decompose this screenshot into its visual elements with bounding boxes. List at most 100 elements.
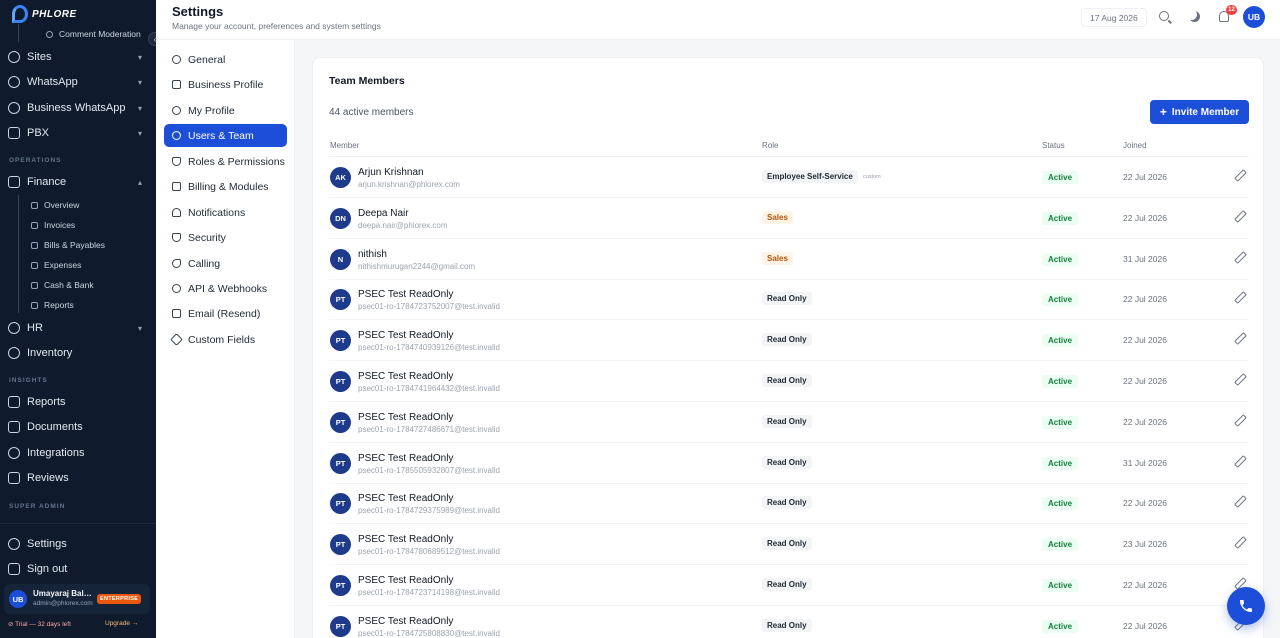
settings-item-users-team[interactable]: Users & Team — [164, 124, 287, 147]
pencil-icon[interactable] — [1235, 211, 1245, 221]
user-card[interactable]: UB Umayaraj Balakrishnan admin@phlorex.c… — [4, 584, 150, 614]
pencil-icon[interactable] — [1235, 333, 1245, 343]
sidebar-subitem-bills[interactable]: Bills & Payables — [31, 240, 105, 250]
table-row[interactable]: PT PSEC Test ReadOnly psec01-ro-1785505932… — [329, 443, 1249, 484]
joined-date: 22 Jul 2026 — [1123, 498, 1167, 509]
member-email: psec01-ro-1784727486671@test.invalid — [358, 424, 500, 434]
sidebar-item-hr[interactable]: HR ▾ — [8, 317, 148, 339]
pencil-icon[interactable] — [1235, 292, 1245, 302]
top-header: Settings Manage your account, preference… — [156, 0, 1280, 40]
sidebar-subitem-cash-bank[interactable]: Cash & Bank — [31, 280, 94, 290]
member-email: nithishmurugan2244@gmail.com — [358, 261, 476, 271]
sidebar-item-documents[interactable]: Documents — [8, 416, 148, 438]
sidebar-item-whatsapp[interactable]: WhatsApp ▾ — [8, 71, 148, 93]
pencil-icon[interactable] — [1235, 496, 1245, 506]
users-icon — [172, 131, 181, 140]
avatar: PT — [330, 411, 351, 433]
moon-icon[interactable] — [1189, 11, 1200, 22]
sidebar-subitem-expenses[interactable]: Expenses — [31, 260, 81, 270]
pencil-icon[interactable] — [1235, 252, 1245, 262]
chevron-down-icon: ▾ — [137, 77, 142, 87]
avatar: PT — [330, 330, 351, 352]
member-count: 44 active members — [329, 107, 414, 118]
table-row[interactable]: AK Arjun Krishnan arjun.krishnan@phlorex.c… — [329, 157, 1249, 198]
sidebar-item-inventory[interactable]: Inventory — [8, 342, 148, 364]
settings-item-custom-fields[interactable]: Custom Fields — [164, 328, 287, 351]
status-badge: Active — [1042, 171, 1079, 184]
settings-item-calling[interactable]: Calling — [164, 252, 287, 275]
shield-icon — [172, 233, 181, 242]
joined-date: 22 Jul 2026 — [1123, 212, 1167, 223]
sidebar-item-sites[interactable]: Sites ▾ — [8, 46, 148, 68]
date-chip[interactable]: 17 Aug 2026 — [1081, 8, 1147, 27]
pencil-icon[interactable] — [1235, 456, 1245, 466]
sidebar-subitem-invoices[interactable]: Invoices — [31, 220, 75, 230]
card-title: Team Members — [329, 75, 405, 87]
pencil-icon[interactable] — [1235, 170, 1245, 180]
settings-item-api-webhooks[interactable]: API & Webhooks — [164, 277, 287, 300]
sidebar-item-reports[interactable]: Reports — [8, 391, 148, 413]
status-badge: Active — [1042, 456, 1079, 470]
table-row[interactable]: DN Deepa Nair deepa.nair@phlorex.com Sales A… — [329, 198, 1249, 239]
sidebar-subitem-overview[interactable]: Overview — [31, 200, 79, 210]
sidebar-item-pbx[interactable]: PBX ▾ — [8, 122, 148, 144]
sidebar-subitem-comment-moderation[interactable]: Comment Moderation — [46, 29, 141, 39]
settings-item-billing-modules[interactable]: Billing & Modules — [164, 175, 287, 198]
sidebar-item-sign-out[interactable]: Sign out — [8, 558, 148, 580]
settings-item-roles-permissions[interactable]: Roles & Permissions — [164, 150, 287, 173]
avatar: PT — [330, 371, 351, 392]
bank-icon — [31, 281, 38, 289]
pencil-icon[interactable] — [1235, 374, 1245, 384]
search-icon[interactable] — [1159, 11, 1169, 21]
tree-line — [18, 195, 19, 313]
status-badge: Active — [1042, 497, 1079, 511]
sidebar-item-business-whatsapp[interactable]: Business WhatsApp ▾ — [8, 97, 148, 119]
role-badge: Read Only — [762, 292, 812, 306]
pencil-icon[interactable] — [1235, 415, 1245, 425]
table-row[interactable]: PT PSEC Test ReadOnly psec01-ro-1784729375… — [329, 483, 1249, 525]
avatar[interactable]: UB — [1243, 6, 1265, 28]
sidebar-item-finance[interactable]: Finance ▴ — [8, 171, 148, 193]
status-badge: Active — [1042, 252, 1079, 266]
table-row[interactable]: PT PSEC Test ReadOnly psec01-ro-1784723752… — [329, 279, 1249, 321]
brand-logo[interactable]: PHLORE — [12, 4, 77, 24]
table-row[interactable]: Nnithish nithishmurugan2244@gmail.com Sale… — [329, 239, 1249, 280]
column-header-status: Status — [1042, 141, 1065, 150]
table-row[interactable]: PT PSEC Test ReadOnly psec01-ro-1784740939… — [329, 320, 1249, 362]
member-name: PSEC Test ReadOnly — [358, 615, 454, 627]
role-badge: Read Only — [762, 537, 812, 551]
table-row[interactable]: PT PSEC Test ReadOnly psec01-ro-1784725808… — [329, 606, 1249, 638]
settings-item-notifications[interactable]: Notifications — [164, 201, 287, 224]
upgrade-link[interactable]: Upgrade → — [105, 620, 138, 627]
role-badge: Read Only — [762, 455, 812, 469]
sidebar-subitem-reports[interactable]: Reports — [31, 300, 74, 310]
pencil-icon[interactable] — [1235, 537, 1245, 547]
table-row[interactable]: PT PSEC Test ReadOnly psec01-ro-1784741964… — [329, 361, 1249, 402]
table-row[interactable]: PT PSEC Test ReadOnly psec01-ro-1784780689… — [329, 524, 1249, 566]
member-name: Arjun Krishnan — [358, 167, 424, 178]
mail-icon — [172, 309, 181, 318]
call-button[interactable] — [1227, 587, 1265, 625]
table-row[interactable]: PT PSEC Test ReadOnly psec01-ro-1784727486… — [329, 402, 1249, 443]
member-email: psec01-ro-1785505932807@test.invalid — [358, 465, 500, 475]
custom-tag: custom — [863, 174, 881, 180]
settings-item-security[interactable]: Security — [164, 226, 287, 249]
section-super-admin: SUPER ADMIN — [9, 503, 66, 510]
user-icon — [172, 106, 181, 115]
invite-member-button[interactable]: + Invite Member — [1150, 100, 1249, 124]
webhook-icon — [172, 284, 181, 293]
settings-item-business-profile[interactable]: Business Profile — [164, 73, 287, 96]
sidebar-item-integrations[interactable]: Integrations — [8, 442, 148, 464]
table-row[interactable]: PT PSEC Test ReadOnly psec01-ro-1784723714… — [329, 565, 1249, 606]
sidebar: PHLORE Comment Moderation ‹ Sites ▾ What… — [0, 0, 156, 638]
sidebar-collapse-button[interactable]: ‹ — [148, 32, 156, 46]
settings-item-general[interactable]: General — [164, 48, 287, 71]
sidebar-item-reviews[interactable]: Reviews — [8, 467, 148, 489]
settings-item-my-profile[interactable]: My Profile — [164, 99, 287, 122]
member-email: psec01-ro-1784725808830@test.invalid — [358, 628, 500, 638]
status-badge: Active — [1042, 538, 1079, 552]
settings-item-email-resend[interactable]: Email (Resend) — [164, 302, 287, 325]
avatar: AK — [330, 167, 351, 188]
page-subtitle: Manage your account, preferences and sys… — [172, 21, 381, 31]
sidebar-item-settings[interactable]: Settings — [8, 533, 148, 555]
